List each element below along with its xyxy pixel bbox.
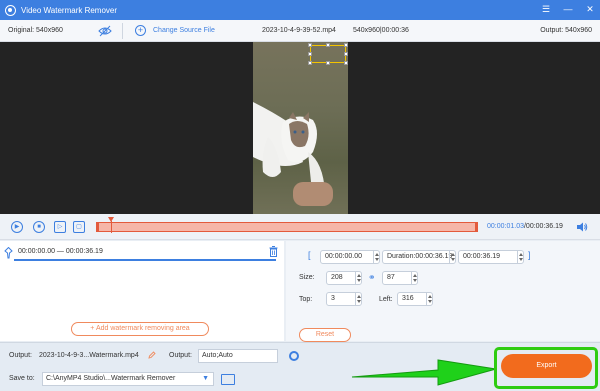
height-field[interactable]: 87	[382, 271, 418, 285]
menu-icon[interactable]: ☰	[540, 3, 552, 15]
resize-handle[interactable]	[344, 61, 348, 65]
watermark-selection-box[interactable]	[308, 43, 348, 65]
close-icon[interactable]: ✕	[584, 3, 596, 15]
pin-icon	[4, 247, 13, 259]
gear-icon[interactable]	[289, 351, 299, 361]
timeline-track[interactable]	[96, 222, 478, 232]
start-time-field[interactable]: 00:00:00.00	[320, 250, 380, 264]
volume-icon[interactable]	[576, 222, 588, 232]
trash-icon[interactable]	[269, 246, 278, 257]
duration-spinner[interactable]	[449, 251, 455, 263]
save-to-label: Save to:	[9, 375, 35, 382]
add-area-label: Add watermark removing area	[95, 325, 190, 332]
playback-controls: ▶ ■ ▷ ▢ 00:00:01.03/00:00:36.19	[0, 214, 600, 240]
height-value: 87	[387, 274, 395, 281]
current-time: 00:00:01.03	[487, 223, 524, 230]
size-label: Size:	[299, 274, 315, 281]
resize-handle[interactable]	[344, 43, 348, 47]
left-value: 316	[402, 295, 414, 302]
set-start-icon[interactable]: [	[308, 250, 311, 260]
title-bar: Video Watermark Remover ☰ — ✕	[0, 0, 600, 20]
segment-panel: 00:00:00.00 — 00:00:36.19 + Add watermar…	[0, 241, 284, 341]
chevron-down-icon[interactable]: ▼	[202, 373, 209, 385]
resize-handle[interactable]	[344, 52, 348, 56]
set-end-icon[interactable]: ]	[528, 250, 531, 260]
divider	[122, 23, 123, 39]
top-label: Top:	[299, 296, 313, 303]
total-time: /00:00:36.19	[523, 223, 563, 230]
output-format-value: Auto;Auto	[202, 352, 233, 359]
window-controls: ☰ — ✕	[540, 3, 596, 15]
end-time-field[interactable]: 00:00:36.19	[458, 250, 524, 264]
start-time-value: 00:00:00.00	[325, 253, 362, 260]
app-logo-icon	[5, 4, 16, 16]
info-bar: Original: 540x960 + Change Source File 2…	[0, 20, 600, 42]
resize-handle[interactable]	[326, 43, 330, 47]
width-value: 208	[331, 274, 343, 281]
clip-icon[interactable]: ▢	[73, 221, 85, 233]
video-frame	[253, 42, 348, 214]
left-label: Left:	[379, 296, 393, 303]
end-spinner[interactable]	[517, 251, 523, 263]
edit-pencil-icon[interactable]	[148, 351, 156, 359]
play-icon[interactable]: ▶	[11, 221, 23, 233]
source-filename: 2023-10-4-9-39-52.mp4	[262, 27, 336, 34]
app-title: Video Watermark Remover	[21, 5, 118, 15]
timecode: 00:00:01.03/00:00:36.19	[487, 223, 563, 230]
top-field[interactable]: 3	[326, 292, 362, 306]
change-source-file-button[interactable]: Change Source File	[153, 27, 215, 34]
output-size: Output: 540x960	[540, 27, 592, 34]
output-format-field[interactable]: Auto;Auto	[198, 349, 278, 363]
original-size: Original: 540x960	[8, 27, 63, 34]
start-spinner[interactable]	[373, 251, 379, 263]
reset-button[interactable]: Reset	[299, 328, 351, 342]
resize-handle[interactable]	[308, 43, 312, 47]
save-path-value: C:\AnyMP4 Studio\...Watermark Remover	[46, 375, 176, 382]
annotation-arrow	[351, 359, 497, 386]
output-filename: 2023-10-4-9-3...Watermark.mp4	[39, 352, 139, 359]
save-path-field[interactable]: C:\AnyMP4 Studio\...Watermark Remover ▼	[42, 372, 214, 386]
hand-image	[293, 182, 333, 206]
segment-progress	[14, 259, 276, 261]
next-frame-icon[interactable]: ▷	[54, 221, 66, 233]
duration-value: Duration:00:00:36.19	[387, 253, 453, 260]
minimize-icon[interactable]: —	[562, 3, 574, 15]
video-preview	[0, 42, 600, 214]
folder-icon[interactable]	[221, 374, 235, 385]
left-spinner[interactable]	[426, 293, 432, 305]
width-spinner[interactable]	[355, 272, 361, 284]
eye-hidden-icon[interactable]	[98, 25, 112, 37]
add-icon[interactable]: +	[135, 25, 146, 36]
stop-icon[interactable]: ■	[33, 221, 45, 233]
left-field[interactable]: 316	[397, 292, 433, 306]
duration-field[interactable]: Duration:00:00:36.19	[382, 250, 456, 264]
output-label: Output:	[9, 352, 32, 359]
output-format-label: Output:	[169, 352, 192, 359]
segment-range: 00:00:00.00 — 00:00:36.19	[18, 248, 103, 255]
source-dims-duration: 540x960|00:00:36	[353, 27, 409, 34]
resize-handle[interactable]	[308, 61, 312, 65]
height-spinner[interactable]	[411, 272, 417, 284]
width-field[interactable]: 208	[326, 271, 362, 285]
playhead-line	[111, 221, 113, 233]
end-time-value: 00:00:36.19	[463, 253, 500, 260]
link-aspect-icon[interactable]: ⚭	[368, 272, 376, 283]
top-value: 3	[331, 295, 335, 302]
resize-handle[interactable]	[308, 52, 312, 56]
add-watermark-area-button[interactable]: + Add watermark removing area	[71, 322, 209, 336]
export-button[interactable]: Export	[501, 354, 592, 378]
resize-handle[interactable]	[326, 61, 330, 65]
top-spinner[interactable]	[355, 293, 361, 305]
